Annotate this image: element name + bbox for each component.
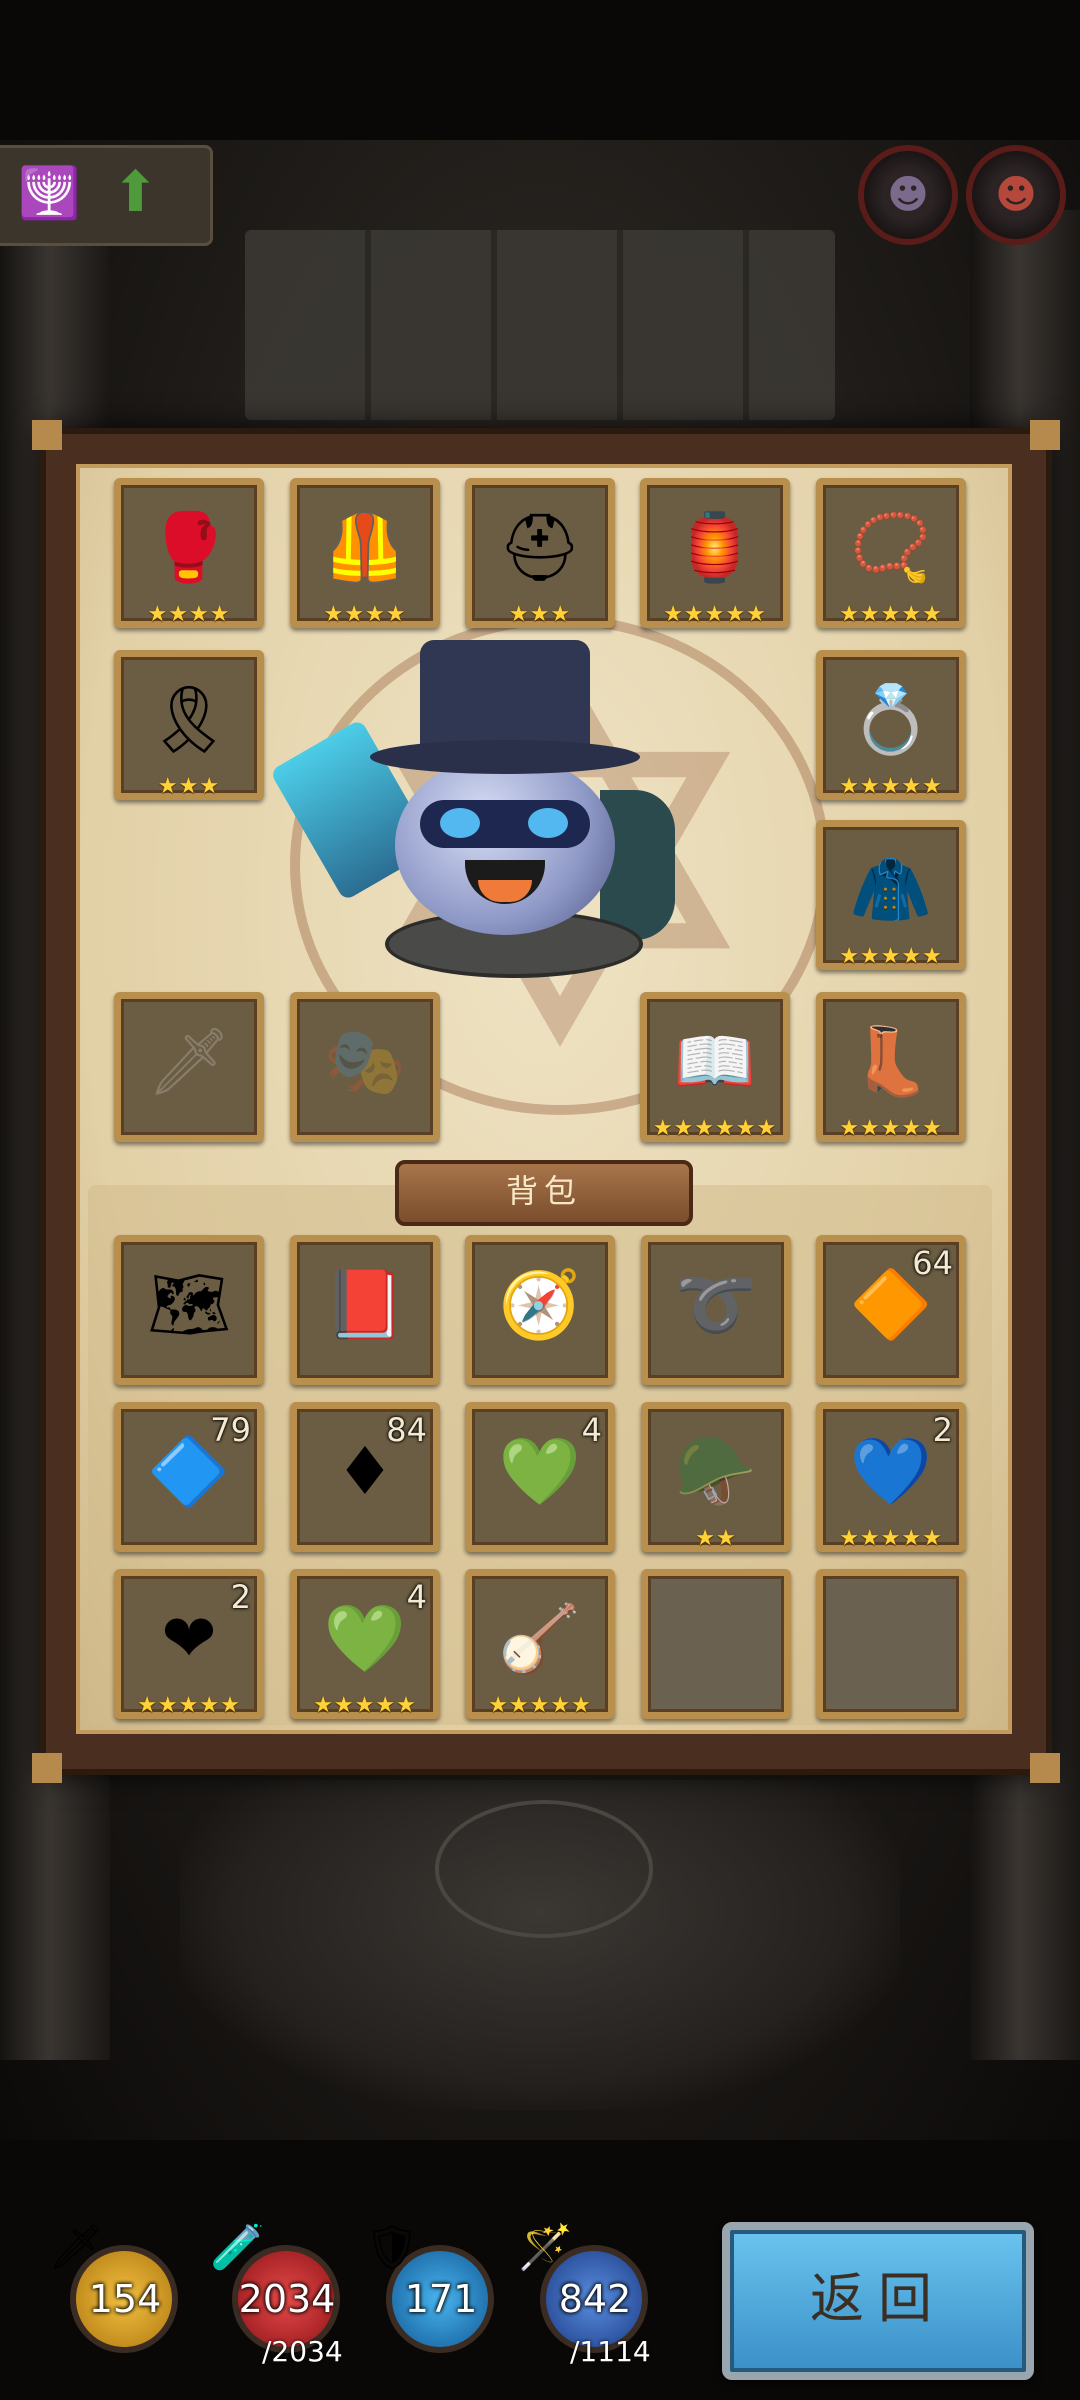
hero-face-icon: ☻ <box>995 172 1037 218</box>
star-rating: ★★★ <box>157 774 221 799</box>
bag-slot-green-heart[interactable]: 💚 4 ★★★★★ <box>290 1569 440 1719</box>
star-rating: ★★★★★ <box>663 602 767 627</box>
equip-slot-helmet[interactable]: ⛑ ★★★ <box>465 478 615 628</box>
stat-defense: 🛡 171 <box>364 2222 506 2365</box>
staff-icon: 🪄 <box>518 2222 573 2273</box>
hero-portrait-blue[interactable]: ☻ <box>858 145 958 245</box>
stone-wall <box>245 230 835 420</box>
bag-slot-empty[interactable] <box>816 1569 966 1719</box>
item-count: 64 <box>912 1244 953 1282</box>
hero-character <box>269 640 720 990</box>
armor-icon: 🦺 <box>323 509 407 586</box>
equip-slot-cloak[interactable]: 🧥 ★★★★★ <box>816 820 966 970</box>
potion-icon: 🧪 <box>210 2222 265 2273</box>
equip-slot-bracer[interactable]: 🥊 ★★★★ <box>114 478 264 628</box>
star-rating: ★★★ <box>508 602 572 627</box>
bag-title: 背包 <box>395 1160 693 1226</box>
item-count: 2 <box>230 1578 251 1616</box>
panel-corner <box>1030 1753 1060 1783</box>
mask-icon: 🎭 <box>323 1023 407 1100</box>
mana-max: /1114 <box>570 2335 651 2368</box>
item-count: 84 <box>386 1411 427 1449</box>
equip-slot-necklace[interactable]: 📿 ★★★★★ <box>816 478 966 628</box>
tome-icon: 📕 <box>323 1266 407 1343</box>
bag-slot-red-gem[interactable]: ♦ 84 <box>290 1402 440 1552</box>
sword-icon: 🗡 <box>48 2222 104 2273</box>
bag-slot-map[interactable]: 🗺 <box>114 1235 264 1385</box>
item-count: 4 <box>406 1578 427 1616</box>
up-arrow-icon: ⬆ <box>112 160 159 225</box>
rope-icon: ➰ <box>674 1266 758 1343</box>
equip-slot-mask[interactable]: 🎭 <box>290 992 440 1142</box>
bag-slot-compass[interactable]: 🧭 <box>465 1235 615 1385</box>
altar-upgrade-tab[interactable]: 🕎 ⬆ <box>0 145 213 246</box>
star-rating: ★★★★★ <box>839 1116 943 1141</box>
shield-icon: 🛡 <box>364 2222 420 2273</box>
mana-value: 842 <box>558 2277 632 2321</box>
item-count: 79 <box>210 1411 251 1449</box>
equip-slot-book[interactable]: 📖 ★★★★★★ <box>640 992 790 1142</box>
bag-slot-rope[interactable]: ➰ <box>641 1235 791 1385</box>
item-count: 4 <box>581 1411 602 1449</box>
back-button[interactable]: 返回 <box>722 2222 1034 2380</box>
boots-icon: 👢 <box>849 1023 933 1100</box>
hero-face-icon: ☻ <box>887 172 929 218</box>
bag-slot-orange-crystal[interactable]: 🔶 64 <box>816 1235 966 1385</box>
item-count: 2 <box>932 1411 953 1449</box>
bag-slot-empty[interactable] <box>641 1569 791 1719</box>
harp-icon: 🪕 <box>498 1600 582 1677</box>
stat-mana: 🪄 842 /1114 <box>518 2222 660 2368</box>
equip-slot-weapon[interactable]: 🗡 <box>114 992 264 1142</box>
star-rating: ★★★★★ <box>839 774 943 799</box>
empty-icon <box>823 1576 959 1712</box>
cloak-icon: 🧥 <box>849 851 933 928</box>
equip-slot-lantern[interactable]: 🏮 ★★★★★ <box>640 478 790 628</box>
helmet-icon: ⛑ <box>498 509 582 586</box>
bracer-icon: 🥊 <box>147 509 231 586</box>
bag-slot-red-heart[interactable]: ❤ 2 ★★★★★ <box>114 1569 264 1719</box>
predator-helm-icon: 🪖 <box>674 1433 758 1510</box>
star-rating: ★★★★★ <box>839 944 943 969</box>
star-rating: ★★★★★ <box>839 602 943 627</box>
star-rating: ★★★★ <box>323 602 407 627</box>
belt-icon: 🎗 <box>147 681 231 758</box>
equip-slot-armor[interactable]: 🦺 ★★★★ <box>290 478 440 628</box>
map-icon: 🗺 <box>147 1266 231 1343</box>
star-rating: ★★★★★ <box>839 1526 943 1551</box>
hero-portrait-red[interactable]: ☻ <box>966 145 1066 245</box>
book-icon: 📖 <box>673 1023 757 1100</box>
star-rating: ★★★★★ <box>313 1693 417 1718</box>
bag-slot-tome[interactable]: 📕 <box>290 1235 440 1385</box>
stat-attack: 🗡 154 <box>48 2222 190 2365</box>
bag-slot-green-gem[interactable]: 💚 4 <box>465 1402 615 1552</box>
necklace-icon: 📿 <box>849 509 933 586</box>
equip-slot-belt[interactable]: 🎗 ★★★ <box>114 650 264 800</box>
star-rating: ★★★★★ <box>488 1693 592 1718</box>
empty-icon <box>648 1576 784 1712</box>
floor-rune-circle <box>435 1800 653 1938</box>
lantern-icon: 🏮 <box>673 509 757 586</box>
panel-corner <box>32 420 62 450</box>
star-rating: ★★★★ <box>147 602 231 627</box>
bag-slot-harp[interactable]: 🪕 ★★★★★ <box>465 1569 615 1719</box>
hp-max: /2034 <box>262 2335 343 2368</box>
stat-hp: 🧪 2034 /2034 <box>210 2222 352 2368</box>
weapon-icon: 🗡 <box>147 1023 231 1100</box>
compass-icon: 🧭 <box>498 1266 582 1343</box>
equip-slot-ring[interactable]: 💍 ★★★★★ <box>816 650 966 800</box>
panel-corner <box>1030 420 1060 450</box>
candelabra-icon: 🕎 <box>18 164 81 222</box>
star-rating: ★★★★★★ <box>652 1116 778 1141</box>
star-rating: ★★ <box>695 1526 737 1551</box>
panel-corner <box>32 1753 62 1783</box>
ring-icon: 💍 <box>849 681 933 758</box>
bag-slot-predator-helm[interactable]: 🪖 ★★ <box>641 1402 791 1552</box>
star-rating: ★★★★★ <box>137 1693 241 1718</box>
bag-slot-blue-gem[interactable]: 🔷 79 <box>114 1402 264 1552</box>
equip-slot-boots[interactable]: 👢 ★★★★★ <box>816 992 966 1142</box>
bag-slot-blue-heart[interactable]: 💙 2 ★★★★★ <box>816 1402 966 1552</box>
